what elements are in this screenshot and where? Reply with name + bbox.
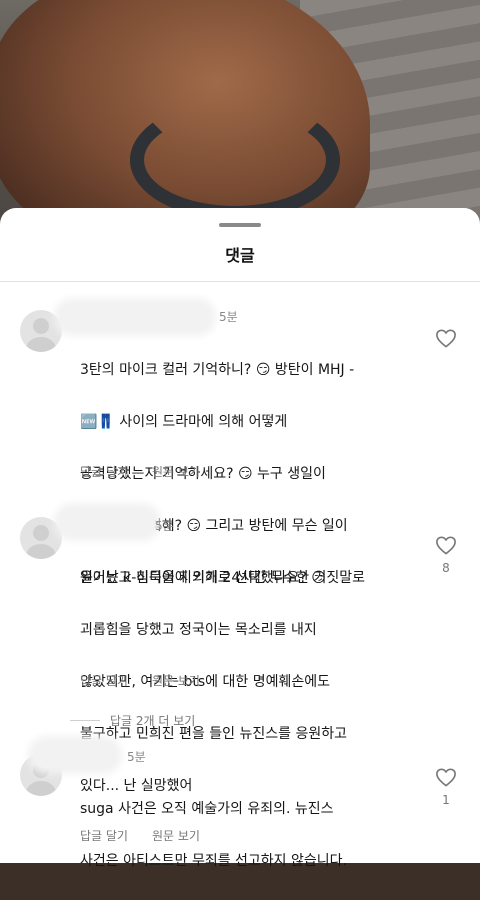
header-divider	[0, 281, 480, 282]
comment-line: 3탄의 마이크 컬러 기억하니? 😏 방탄이 MHJ -	[80, 362, 355, 378]
like-count: 1	[442, 793, 450, 807]
like-button[interactable]: 8	[434, 535, 458, 575]
comment-time: 5분	[127, 750, 146, 764]
username-redacted	[60, 509, 155, 535]
comment-actions: 답글 달기 원문 보기	[80, 672, 200, 689]
like-button[interactable]	[434, 328, 458, 348]
drag-handle[interactable]	[219, 223, 261, 227]
comment-line: 윤기는 k-미디어에 의해 24시간 무수한 거짓말로	[80, 570, 366, 586]
reply-button[interactable]: 답글 달기	[80, 672, 128, 689]
heart-outline-icon	[436, 768, 456, 787]
comment-time: 5분	[155, 519, 174, 533]
sheet-title: 댓글	[225, 246, 255, 265]
replies-line	[70, 720, 100, 721]
view-more-replies-button[interactable]: 답글 2개 더 보기	[70, 712, 195, 729]
reply-button[interactable]: 답글 달기	[80, 463, 128, 480]
comment-line: suga 사건은 오직 예술가의 유죄의. 뉴진스	[80, 801, 334, 817]
heart-outline-icon	[436, 329, 456, 348]
reply-button[interactable]: 답글 달기	[80, 827, 128, 844]
avatar[interactable]	[20, 517, 62, 559]
comment-actions: 답글 달기 원문 보기	[80, 463, 200, 480]
comments-sheet: 댓글 5분 3탄의 마이크 컬러 기억하니? 😏 방탄이 MHJ - 🆕👖 사이…	[0, 208, 480, 869]
comment-line: 사건은 아티스트만 무죄를 선고하지 않습니다.	[80, 853, 347, 869]
view-more-replies-label: 답글 2개 더 보기	[110, 714, 196, 728]
comment-line: 괴롭힘을 당했고 정국이는 목소리를 내지	[80, 622, 317, 638]
see-original-button[interactable]: 원문 보기	[152, 463, 200, 480]
comment-line: 🆕👖 사이의 드라마에 의해 어떻게	[80, 414, 288, 430]
username-redacted	[34, 742, 116, 768]
comment-actions: 답글 달기 원문 보기	[80, 827, 200, 844]
avatar[interactable]	[20, 310, 62, 352]
username-redacted	[60, 304, 210, 330]
background-collar	[130, 100, 340, 220]
see-original-button[interactable]: 원문 보기	[152, 672, 200, 689]
background-photo	[0, 0, 480, 240]
see-original-button[interactable]: 원문 보기	[152, 827, 200, 844]
comment-time: 5분	[219, 310, 238, 324]
heart-outline-icon	[436, 536, 456, 555]
like-count: 8	[442, 561, 450, 575]
like-button[interactable]: 1	[434, 767, 458, 807]
